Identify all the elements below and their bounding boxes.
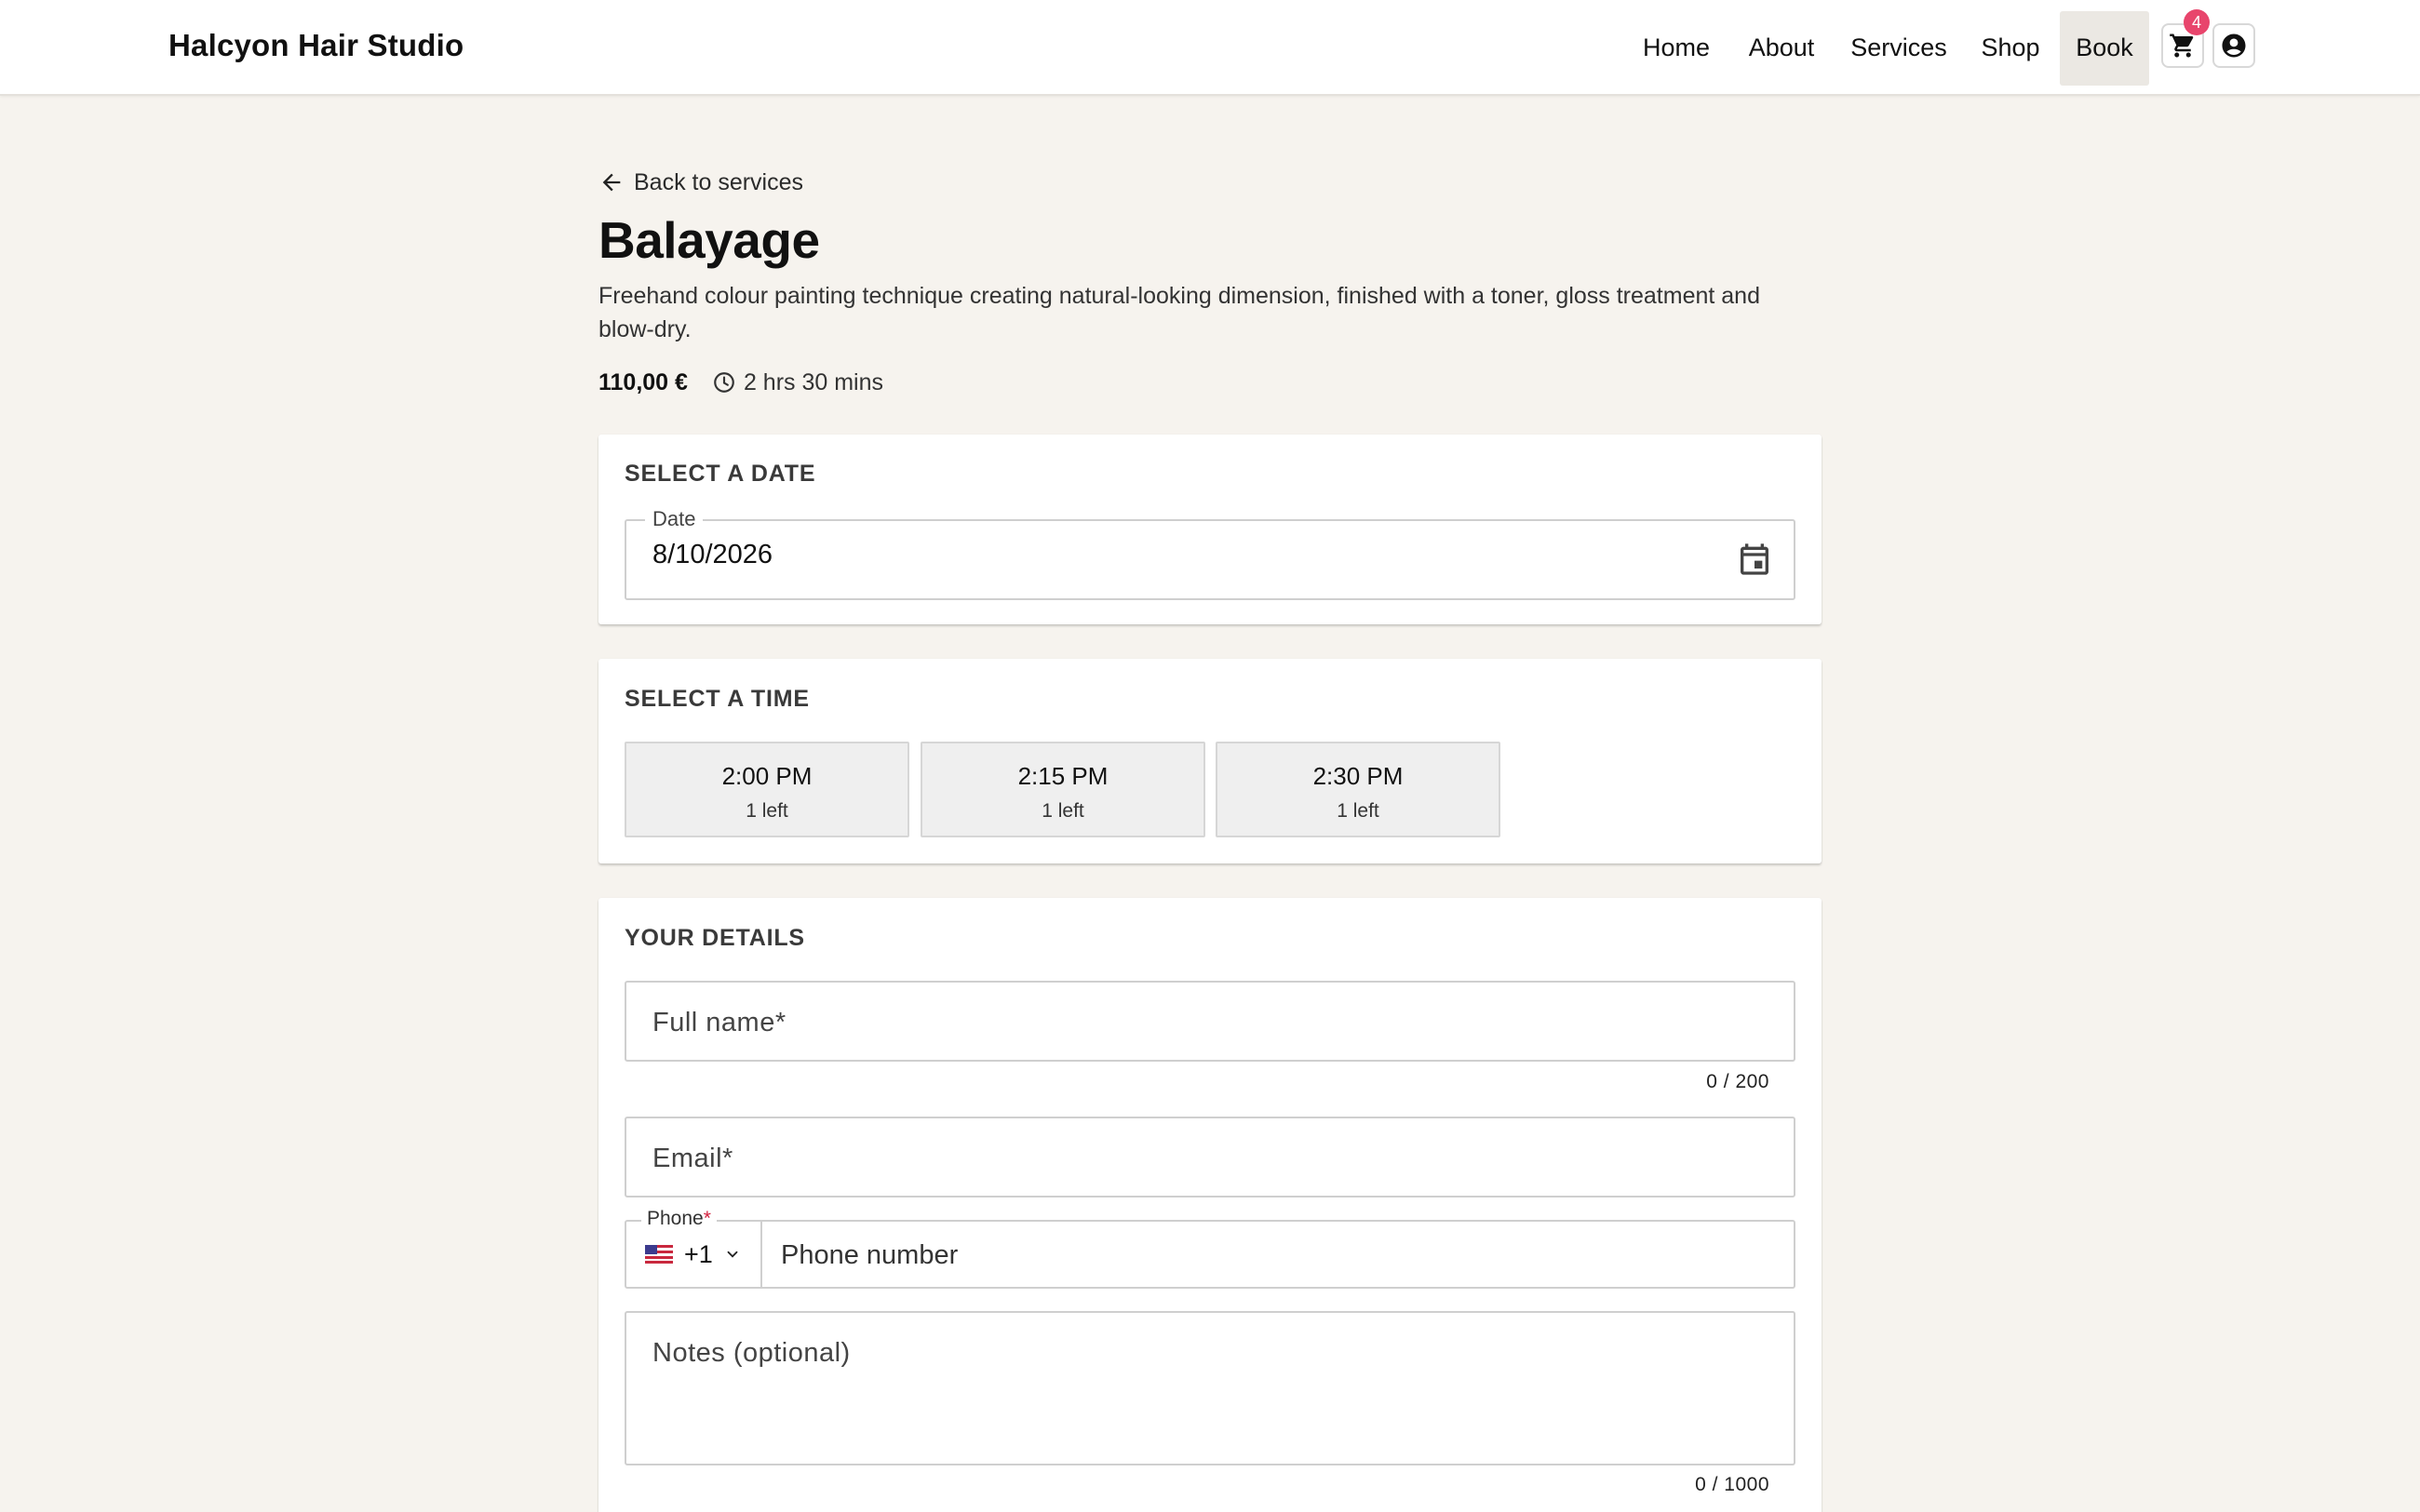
clock-icon [714, 372, 734, 393]
cart-icon [2170, 33, 2194, 58]
top-nav-bar: Halcyon Hair Studio Home About Services … [0, 0, 2420, 96]
account-button[interactable] [2212, 23, 2255, 68]
slot-availability: 1 left [746, 800, 788, 822]
date-field[interactable]: Date 8/10/2026 [625, 507, 1795, 600]
slot-time: 2:30 PM [1312, 762, 1404, 790]
nav-shop[interactable]: Shop [1975, 11, 2046, 86]
back-link-label: Back to services [634, 168, 804, 195]
details-card: Your details Full name* 0 / 200 Email* P… [598, 898, 1822, 1512]
full-name-placeholder: Full name* [652, 1008, 786, 1037]
back-to-services-link[interactable]: Back to services [598, 166, 803, 199]
time-slot[interactable]: 2:30 PM 1 left [1216, 742, 1500, 837]
us-flag-icon [645, 1245, 673, 1264]
calendar-icon[interactable] [1736, 540, 1773, 579]
notes-placeholder: Notes (optional) [652, 1338, 851, 1368]
country-code-select[interactable]: +1 [626, 1222, 762, 1287]
brand-name[interactable]: Halcyon Hair Studio [168, 28, 464, 63]
date-field-label: Date [645, 507, 704, 531]
phone-number-input[interactable]: Phone number [781, 1240, 958, 1271]
nav-services[interactable]: Services [1846, 11, 1952, 86]
time-slot[interactable]: 2:15 PM 1 left [921, 742, 1205, 837]
country-code: +1 [684, 1239, 713, 1268]
nav-home[interactable]: Home [1635, 11, 1717, 86]
notes-field[interactable]: Notes (optional) [625, 1311, 1795, 1465]
arrow-left-icon [602, 173, 621, 192]
cart-count-badge: 4 [2184, 9, 2210, 35]
slot-availability: 1 left [1337, 800, 1379, 822]
time-slot[interactable]: 2:00 PM 1 left [625, 742, 909, 837]
time-section-heading: Select a time [625, 686, 810, 712]
nav-about[interactable]: About [1741, 11, 1822, 86]
slot-time: 2:00 PM [721, 762, 813, 790]
cart-button[interactable]: 4 [2161, 9, 2210, 68]
service-meta: 110,00 € 2 hrs 30 mins [598, 366, 883, 399]
service-title: Balayage [598, 211, 820, 269]
service-description: Freehand colour painting technique creat… [598, 283, 1760, 342]
date-value: 8/10/2026 [652, 540, 773, 569]
service-duration: 2 hrs 30 mins [712, 369, 883, 396]
chevron-down-icon [727, 1251, 738, 1258]
date-section-heading: Select a date [625, 461, 816, 487]
notes-char-counter: 0 / 1000 [1695, 1474, 1769, 1495]
slot-time: 2:15 PM [1017, 762, 1109, 790]
email-field[interactable]: Email* [625, 1117, 1795, 1198]
time-card: Select a time 2:00 PM 1 left 2:15 PM 1 l… [598, 659, 1822, 863]
slot-availability: 1 left [1042, 800, 1084, 822]
details-section-heading: Your details [625, 925, 805, 951]
nav-book[interactable]: Book [2060, 11, 2149, 86]
email-placeholder: Email* [652, 1144, 733, 1173]
full-name-field[interactable]: Full name* [625, 981, 1795, 1062]
service-price: 110,00 € [598, 368, 688, 395]
duration-text: 2 hrs 30 mins [743, 368, 883, 395]
account-icon [2222, 33, 2246, 58]
full-name-char-counter: 0 / 200 [1706, 1071, 1769, 1092]
phone-field: Phone* +1 Phone number [625, 1208, 1795, 1289]
date-card: Select a date Date 8/10/2026 [598, 435, 1822, 624]
